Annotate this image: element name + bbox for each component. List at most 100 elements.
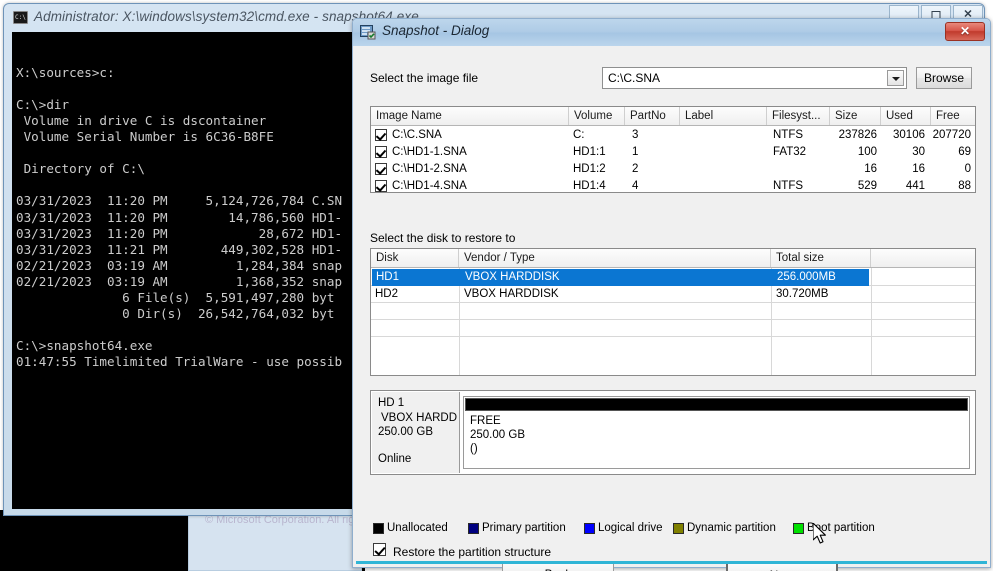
partition-size: 250.00 GB [470, 429, 525, 441]
cell-volume: C: [573, 127, 585, 144]
cell-total-size: 256.000MB [777, 269, 836, 286]
dialog-title: Snapshot - Dialog [382, 23, 489, 38]
table-row[interactable]: HD1 VBOX HARDDISK 256.000MB [372, 269, 869, 286]
cell-vendor-type: VBOX HARDDISK [464, 286, 559, 303]
cell-image-name: C:\HD1-1.SNA [392, 144, 467, 161]
disk-map-name: HD 1 [378, 397, 404, 409]
disk-list-column-header[interactable]: Disk [371, 249, 459, 267]
screenshot-root: © Microsoft Corporation. All rig C:\ Adm… [0, 0, 993, 571]
cell-volume: HD1:1 [573, 144, 606, 161]
restore-partition-structure-checkbox[interactable] [373, 543, 386, 556]
cell-partno: 4 [632, 178, 638, 193]
legend-swatch [793, 523, 804, 534]
disk-section-label: Select the disk to restore to [370, 231, 515, 245]
dialog-bottom-accent [356, 561, 987, 564]
image-list-column-header[interactable]: Label [680, 107, 767, 125]
table-row[interactable]: C:\HD1-4.SNA HD1:4 4 NTFS 529 441 88 [371, 178, 975, 193]
cell-used: 30 [881, 144, 925, 161]
cell-partno: 3 [632, 127, 638, 144]
cell-volume: HD1:4 [573, 178, 606, 193]
table-row[interactable]: HD2 VBOX HARDDISK 30.720MB [371, 286, 975, 303]
legend-label: Unallocated [387, 522, 448, 534]
partition-bar-unallocated[interactable] [465, 398, 968, 411]
grid-line [371, 319, 975, 320]
close-icon: ✕ [960, 24, 970, 38]
table-row[interactable]: C:\C.SNAC:3NTFS23782630106207720 [371, 127, 975, 144]
cell-free: 88 [931, 178, 971, 193]
desktop-black-area [0, 510, 188, 571]
image-file-dropdown-button[interactable] [887, 70, 904, 86]
disk-map-info: HD 1 VBOX HARDD 250.00 GB Online [372, 392, 460, 473]
image-list-column-header[interactable]: Filesyst... [767, 107, 830, 125]
cell-used: 16 [881, 161, 925, 178]
image-list-column-header[interactable]: Image Name [371, 107, 569, 125]
legend-swatch [584, 523, 595, 534]
legend-label: Logical drive [598, 522, 663, 534]
dialog-body: Select the image file C:\C.SNA Browse Im… [356, 46, 987, 564]
image-list-column-header[interactable]: PartNo [625, 107, 680, 125]
image-list-column-header[interactable]: Free [931, 107, 976, 125]
restore-partition-structure-label: Restore the partition structure [393, 545, 551, 559]
image-row-checkbox[interactable] [375, 180, 387, 192]
cell-image-name: C:\C.SNA [392, 127, 442, 144]
cell-image-name: C:\HD1-2.SNA [392, 161, 467, 178]
legend-label: Primary partition [482, 522, 566, 534]
disk-map-size: 250.00 GB [378, 426, 433, 438]
image-row-checkbox[interactable] [375, 146, 387, 158]
cell-size: 529 [830, 178, 877, 193]
dialog-close-button[interactable]: ✕ [945, 22, 985, 41]
legend-swatch [468, 523, 479, 534]
legend-swatch [673, 523, 684, 534]
image-file-value: C:\C.SNA [608, 71, 660, 85]
partition-extra: () [470, 443, 478, 455]
table-row[interactable]: C:\HD1-1.SNA HD1:1 1 FAT32 10030 69 [371, 144, 975, 161]
cell-total-size: 30.720MB [776, 286, 828, 303]
cell-disk: HD1 [376, 269, 399, 286]
cell-volume: HD1:2 [573, 161, 606, 178]
cell-size: 237826 [830, 127, 877, 144]
cell-free: 0 [931, 161, 971, 178]
image-list[interactable]: Image NameVolumePartNoLabelFilesyst...Si… [370, 106, 976, 193]
cell-size: 100 [830, 144, 877, 161]
cell-partno: 2 [632, 161, 638, 178]
cell-free: 207720 [931, 127, 971, 144]
snapshot-dialog: Snapshot - Dialog ✕ Select the image fil… [352, 18, 991, 568]
cell-partno: 1 [632, 144, 638, 161]
snapshot-app-icon [360, 24, 376, 40]
cell-image-name: C:\HD1-4.SNA [392, 178, 467, 193]
dialog-titlebar[interactable]: Snapshot - Dialog ✕ [353, 19, 990, 46]
disk-list-column-header[interactable]: Total size [771, 249, 871, 267]
disk-list[interactable]: DiskVendor / TypeTotal size HD1 VBOX HARD… [370, 248, 976, 376]
image-row-checkbox[interactable] [375, 163, 387, 175]
cell-used: 441 [881, 178, 925, 193]
disk-map-panel[interactable]: HD 1 VBOX HARDD 250.00 GB Online FREE 25… [370, 390, 976, 475]
cell-size: 16 [830, 161, 877, 178]
disk-map-vendor: VBOX HARDD [381, 412, 457, 424]
cell-vendor-type: VBOX HARDDISK [465, 269, 560, 286]
cell-disk: HD2 [375, 286, 398, 303]
image-file-combobox[interactable]: C:\C.SNA [602, 67, 907, 89]
back-button-label: Back [545, 567, 572, 571]
image-list-column-header[interactable]: Size [830, 107, 881, 125]
image-row-checkbox[interactable] [375, 129, 387, 141]
image-list-column-header[interactable]: Volume [569, 107, 625, 125]
disk-map-status: Online [378, 453, 411, 465]
cell-filesystem: NTFS [773, 127, 803, 144]
console-text: X:\sources>c: C:\>dir Volume in drive C … [16, 49, 342, 371]
disk-list-header: DiskVendor / TypeTotal size [371, 249, 975, 268]
cell-free: 69 [931, 144, 971, 161]
table-row[interactable]: C:\HD1-2.SNA HD1:2 2 1616 0 [371, 161, 975, 178]
disk-list-column-header[interactable] [871, 249, 976, 267]
console-icon: C:\ [13, 11, 28, 24]
partition-map[interactable]: FREE 250.00 GB () [463, 396, 970, 469]
legend-label: Dynamic partition [687, 522, 776, 534]
image-list-column-header[interactable]: Used [881, 107, 931, 125]
legend-swatch [373, 523, 384, 534]
cell-filesystem: NTFS [773, 178, 803, 193]
grid-line [371, 336, 975, 337]
browse-button[interactable]: Browse [916, 67, 972, 89]
chevron-down-icon [892, 77, 900, 81]
cell-filesystem: FAT32 [773, 144, 806, 161]
image-list-header: Image NameVolumePartNoLabelFilesyst...Si… [371, 107, 975, 126]
disk-list-column-header[interactable]: Vendor / Type [459, 249, 771, 267]
